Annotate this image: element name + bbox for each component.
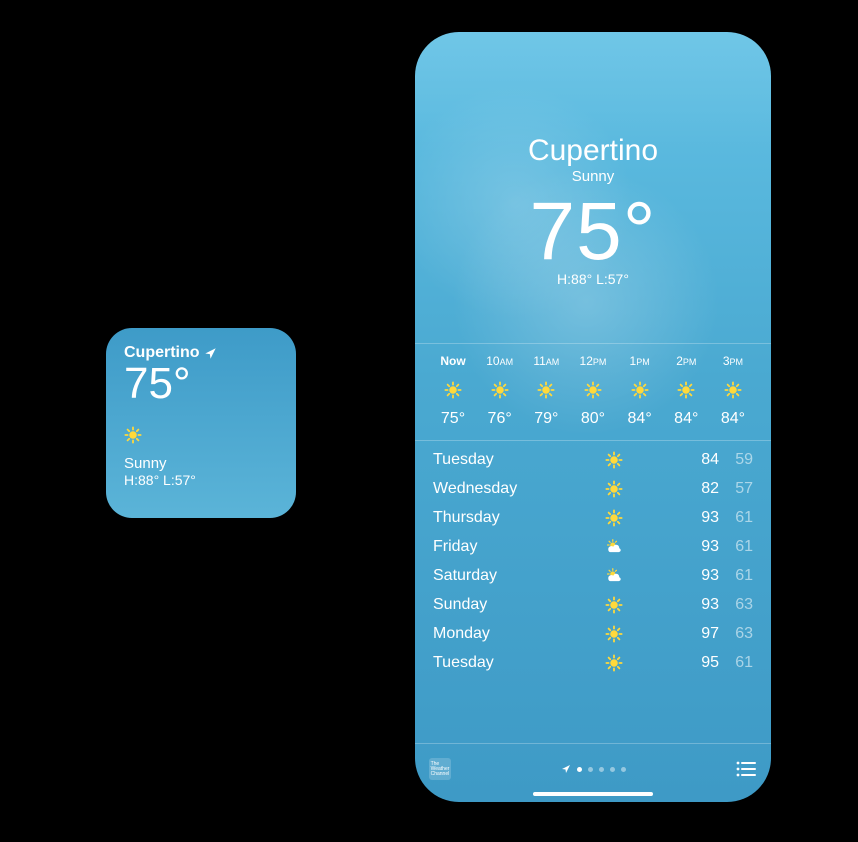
daily-row: Tuesday 9561 [433, 648, 753, 677]
locations-list-icon[interactable] [735, 760, 757, 778]
sun-icon [605, 596, 623, 614]
day-low: 63 [719, 625, 753, 643]
hour-label: 1PM [630, 354, 650, 370]
sun-icon [444, 381, 462, 399]
sun-icon [605, 654, 623, 672]
sun-icon [605, 451, 623, 469]
day-low: 63 [719, 596, 753, 614]
location-arrow-icon [204, 347, 217, 360]
day-low: 61 [719, 567, 753, 585]
day-name: Tuesday [433, 451, 543, 469]
day-high: 84 [685, 451, 719, 469]
partly-cloudy-icon [605, 567, 623, 585]
hour-label: 10AM [486, 354, 513, 370]
bottom-toolbar: TheWeatherChannel [415, 743, 771, 802]
widget-condition: Sunny [124, 455, 278, 472]
hour-temperature: 84° [674, 410, 698, 428]
day-low: 61 [719, 509, 753, 527]
widget-temperature: 75° [124, 360, 278, 408]
hour-temperature: 75° [441, 410, 465, 428]
day-name: Saturday [433, 567, 543, 585]
hourly-item: 2PM 84° [666, 354, 706, 428]
day-high: 82 [685, 480, 719, 498]
hourly-item: 10AM 76° [480, 354, 520, 428]
day-high: 93 [685, 596, 719, 614]
city-name: Cupertino [415, 134, 771, 168]
day-high: 93 [685, 567, 719, 585]
page-dot [599, 767, 604, 772]
daily-row: Thursday 9361 [433, 503, 753, 532]
location-arrow-icon [561, 764, 571, 774]
day-name: Thursday [433, 509, 543, 527]
current-condition: Sunny [415, 168, 771, 185]
sun-icon [724, 381, 742, 399]
hour-temperature: 84° [628, 410, 652, 428]
daily-row: Tuesday 8459 [433, 445, 753, 474]
sun-icon [584, 381, 602, 399]
hour-label: 11AM [533, 354, 559, 370]
daily-row: Saturday 9361 [433, 561, 753, 590]
day-name: Friday [433, 538, 543, 556]
day-low: 61 [719, 538, 753, 556]
day-high: 93 [685, 538, 719, 556]
day-low: 57 [719, 480, 753, 498]
high-low: H:88° L:57° [415, 271, 771, 287]
sun-icon [491, 381, 509, 399]
hour-label: 2PM [676, 354, 696, 370]
day-low: 59 [719, 451, 753, 469]
home-indicator[interactable] [533, 792, 653, 796]
daily-row: Sunday 9363 [433, 590, 753, 619]
day-name: Wednesday [433, 480, 543, 498]
hour-temperature: 76° [488, 410, 512, 428]
hour-label: Now [440, 354, 465, 370]
hourly-item: 11AM 79° [526, 354, 566, 428]
hourly-item: 12PM 80° [573, 354, 613, 428]
page-dot [588, 767, 593, 772]
weather-widget-small[interactable]: Cupertino 75° Sunny H:88° L:57° [106, 328, 296, 518]
hero-section: Cupertino Sunny 75° H:88° L:57° [415, 32, 771, 287]
day-high: 97 [685, 625, 719, 643]
page-indicator [415, 764, 771, 774]
hour-label: 12PM [580, 354, 607, 370]
daily-row: Friday 9361 [433, 532, 753, 561]
daily-row: Wednesday 8257 [433, 474, 753, 503]
sun-icon [537, 381, 555, 399]
current-temperature: 75° [415, 189, 771, 275]
daily-forecast[interactable]: Tuesday8459Wednesday8257Thursday9361Frid… [415, 441, 771, 743]
page-dot [577, 767, 582, 772]
partly-cloudy-icon [605, 538, 623, 556]
hourly-item: Now 75° [433, 354, 473, 428]
day-low: 61 [719, 654, 753, 672]
sun-icon [631, 381, 649, 399]
hourly-item: 3PM 84° [713, 354, 753, 428]
day-high: 95 [685, 654, 719, 672]
sun-icon [124, 426, 278, 449]
day-name: Sunday [433, 596, 543, 614]
weather-app-screen: Cupertino Sunny 75° H:88° L:57° Now 75° 10… [415, 32, 771, 802]
page-dot [621, 767, 626, 772]
hourly-item: 1PM 84° [620, 354, 660, 428]
day-high: 93 [685, 509, 719, 527]
sun-icon [677, 381, 695, 399]
weather-channel-badge[interactable]: TheWeatherChannel [429, 758, 451, 780]
sun-icon [605, 625, 623, 643]
day-name: Monday [433, 625, 543, 643]
day-name: Tuesday [433, 654, 543, 672]
page-dot [610, 767, 615, 772]
sun-icon [605, 480, 623, 498]
hour-temperature: 79° [534, 410, 558, 428]
hour-label: 3PM [723, 354, 743, 370]
widget-high-low: H:88° L:57° [124, 472, 278, 488]
daily-row: Monday 9763 [433, 619, 753, 648]
hour-temperature: 84° [721, 410, 745, 428]
hourly-forecast[interactable]: Now75°10AM76°11AM79°12PM80°1PM84°2PM84°3… [415, 343, 771, 441]
hour-temperature: 80° [581, 410, 605, 428]
sun-icon [605, 509, 623, 527]
